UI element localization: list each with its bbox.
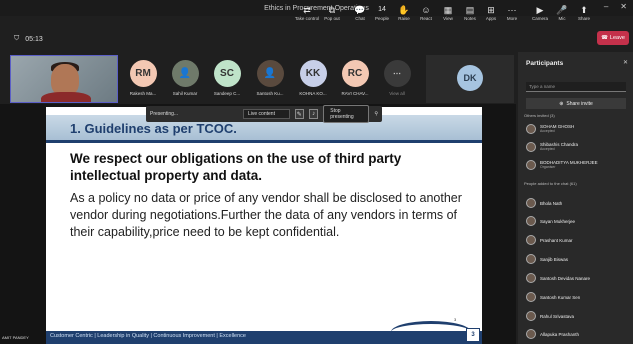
list-item[interactable]: Sayan Mukherjee: [526, 214, 631, 228]
avatar: [526, 311, 536, 321]
avatar: 👤: [256, 60, 284, 87]
participant-tile[interactable]: RM Rakesh Ma...: [123, 58, 163, 102]
pop-out-icon: ⧉: [328, 5, 336, 15]
take-control-icon: ⇄: [303, 5, 311, 15]
slide-body-text: As a policy no data or price of any vend…: [70, 191, 462, 239]
sound-icon[interactable]: ♪: [308, 109, 319, 119]
list-item[interactable]: Sanjib Biswas: [526, 252, 631, 266]
list-item[interactable]: Santosh Devidas Nanare: [526, 271, 631, 285]
close-window-button[interactable]: ✕: [620, 2, 627, 11]
meeting-timer: ⛉ 05:13: [14, 35, 43, 43]
slide-small-number: 3: [454, 317, 457, 322]
participant-tile[interactable]: KK KOHNA KO...: [293, 58, 333, 102]
list-item[interactable]: Bhola Nath: [526, 196, 631, 210]
meeting-toolbar: [0, 16, 633, 52]
avatar: RC: [341, 60, 369, 87]
take-control-button[interactable]: ⇄ Take control: [293, 4, 321, 21]
list-item[interactable]: Allapuka Prashanth: [526, 327, 631, 341]
avatar: RM: [129, 60, 157, 87]
participant-tile[interactable]: 👤 Sahil Kumar: [165, 58, 205, 102]
participant-tile[interactable]: SC Sandeep C...: [207, 58, 247, 102]
slide-bold-text: We respect our obligations on the use of…: [70, 151, 402, 183]
avatar: [526, 235, 536, 245]
shield-icon: ⛉: [14, 35, 20, 42]
divider: [46, 140, 482, 143]
slide-footer-text: Customer Centric | Leadership in Quality…: [50, 333, 246, 339]
list-item[interactable]: Shibashis Chandra Accepted: [526, 140, 631, 154]
list-item[interactable]: SOHAM GHOSH Accepted: [526, 122, 631, 136]
more-icon: ⋯: [507, 5, 517, 15]
person-add-icon: ⊕: [559, 100, 564, 107]
timer-text: 05:13: [25, 35, 43, 43]
list-item[interactable]: Santosh Kumar Sen: [526, 290, 631, 304]
avatar: [526, 216, 536, 226]
avatar: SC: [213, 60, 241, 87]
section-added[interactable]: People added to the chat (61): [524, 181, 577, 186]
share-invite-button[interactable]: ⊕ Share invite: [526, 98, 626, 109]
slide-page-number: 3: [466, 328, 480, 342]
section-invited[interactable]: Others invited (3): [524, 113, 555, 118]
close-icon[interactable]: ✕: [623, 59, 628, 66]
self-name-tag: AMIT PANDEY: [2, 335, 29, 340]
avatar: [526, 142, 536, 152]
stop-presenting-button[interactable]: Stop presenting: [323, 105, 370, 123]
avatar: [526, 160, 536, 170]
more-button[interactable]: ⋯ More: [498, 4, 526, 21]
leave-button[interactable]: ☎ Leave: [597, 31, 629, 45]
pin-icon[interactable]: ⚲: [374, 111, 378, 117]
presenting-toolbar: Presenting... Live content ✎ ♪ Stop pres…: [146, 105, 382, 123]
view-all-tile[interactable]: ⋯ View all: [377, 58, 417, 102]
pen-icon[interactable]: ✎: [294, 109, 304, 119]
panel-title: Participants: [526, 60, 564, 67]
share-button[interactable]: ⬆ Share: [570, 4, 598, 21]
pop-out-button[interactable]: ⧉ Pop out: [318, 4, 346, 21]
list-item[interactable]: Prashant Kumar: [526, 233, 631, 247]
participants-panel: Participants ✕ Type a name ⊕ Share invit…: [518, 52, 633, 344]
participant-tile[interactable]: 👤 Santosh Ku...: [250, 58, 290, 102]
participant-tile[interactable]: RC RAVI CHAV...: [335, 58, 375, 102]
avatar: [526, 273, 536, 283]
avatar: [526, 124, 536, 134]
phone-icon: ☎: [601, 35, 608, 41]
avatar: [526, 292, 536, 302]
slide-heading: 1. Guidelines as per TCOC.: [70, 121, 237, 136]
avatar: KK: [299, 60, 327, 87]
self-video-tile[interactable]: [10, 55, 118, 103]
list-item[interactable]: Rahul Srivastava: [526, 309, 631, 323]
avatar: [526, 329, 536, 339]
avatar: DK: [457, 65, 483, 91]
list-item[interactable]: BODHADITYA MUKHERJEE Organiser: [526, 158, 631, 172]
presenting-status: Presenting...: [150, 111, 179, 117]
content-mode-dropdown[interactable]: Live content: [243, 109, 290, 119]
search-input[interactable]: Type a name: [526, 82, 626, 92]
participant-tile-dk[interactable]: DK: [426, 55, 514, 103]
minimize-button[interactable]: –: [604, 2, 608, 11]
more-icon: ⋯: [383, 60, 411, 87]
avatar: [526, 198, 536, 208]
share-icon: ⬆: [580, 5, 588, 15]
presentation-slide: 1. Guidelines as per TCOC. We respect ou…: [46, 107, 482, 344]
avatar: 👤: [171, 60, 199, 87]
avatar: [526, 254, 536, 264]
slide-footer: Customer Centric | Leadership in Quality…: [46, 331, 482, 344]
